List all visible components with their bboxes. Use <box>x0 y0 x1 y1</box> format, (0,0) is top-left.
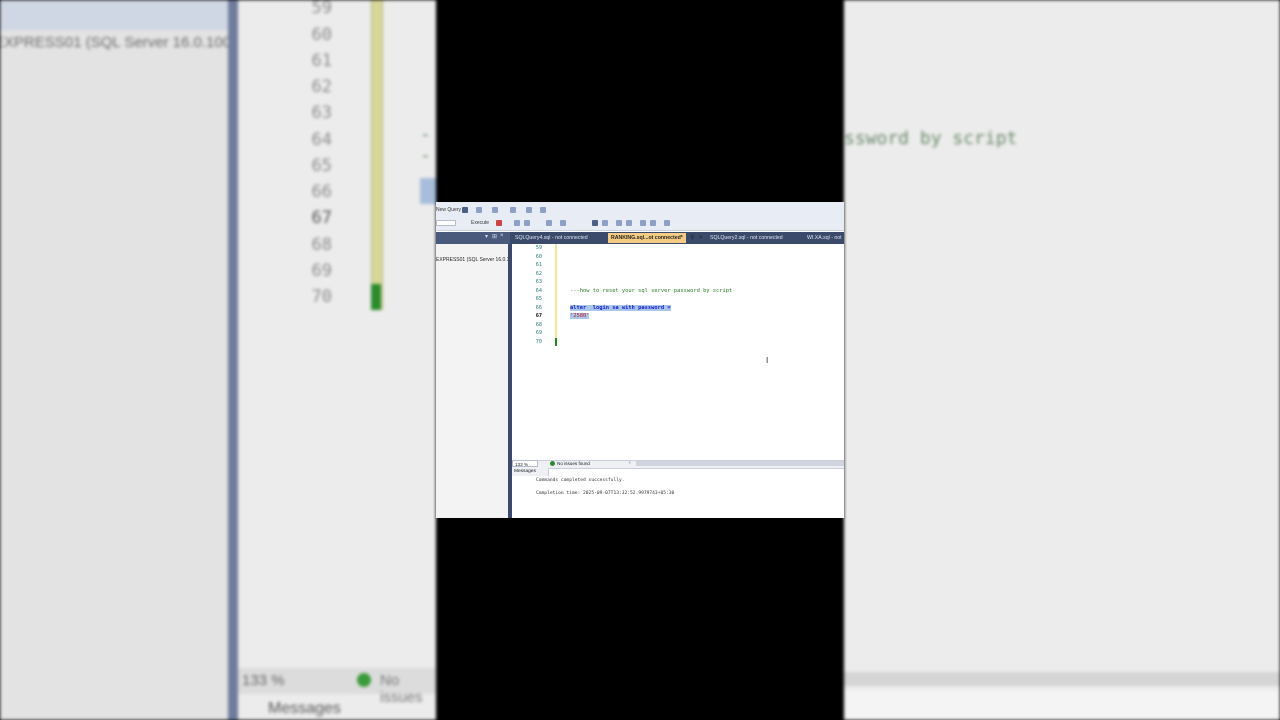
save-all-icon[interactable] <box>540 207 546 213</box>
database-select[interactable] <box>436 220 456 226</box>
line-number-current: 67 <box>535 313 542 319</box>
horizontal-scrollbar[interactable] <box>636 461 844 466</box>
redo-icon[interactable] <box>492 207 498 213</box>
line-number: 62 <box>535 270 542 277</box>
results-to-file-icon[interactable] <box>592 220 598 226</box>
tab-messages[interactable]: Messages <box>512 468 549 476</box>
open-file-icon[interactable] <box>510 207 516 213</box>
code-line-selected: alter login sa with password = <box>570 304 671 311</box>
background-right-panel: ssword by script <box>844 0 1280 720</box>
bg-line-number: 62 <box>311 77 332 97</box>
code-line-selected: '2580' <box>570 313 590 319</box>
line-number: 60 <box>535 253 542 260</box>
object-explorer-header <box>436 232 510 244</box>
bg-line-number: 65 <box>311 156 332 176</box>
check-circle-icon <box>550 461 555 466</box>
bg-right-results <box>844 690 1280 720</box>
query-designer-icon[interactable] <box>524 220 530 226</box>
bg-line-number: 66 <box>311 182 332 202</box>
line-number: 63 <box>535 279 542 285</box>
decrease-indent-icon[interactable] <box>640 220 646 226</box>
bg-line-number: 68 <box>311 235 332 255</box>
line-number: 64 <box>535 287 542 294</box>
query-editor[interactable]: 59 60 61 62 63 64 65 66 67 68 69 70 ---h… <box>512 244 844 460</box>
issues-status: No issues found <box>557 461 590 466</box>
result-message: Commands completed successfully. <box>536 478 625 483</box>
line-number: 70 <box>535 338 542 345</box>
bg-change-bar <box>371 0 383 310</box>
object-explorer: EXPRESS01 (SQL Server 16.0.100 <box>436 244 515 518</box>
bg-change-bar-saved <box>371 284 381 310</box>
include-stats-icon[interactable] <box>602 220 608 226</box>
tab-sqlquery2[interactable]: SQLQuery2.sql - not connected <box>707 233 786 243</box>
specify-values-icon[interactable] <box>664 220 670 226</box>
tab-wixa[interactable]: WI.XA.sql - not <box>804 233 844 243</box>
bg-splitter <box>228 0 238 720</box>
tab-sqlquery4[interactable]: SQLQuery4.sql - not connected <box>512 233 591 243</box>
tab-ranking[interactable]: RANKING.sql...ot connected* <box>608 233 686 243</box>
bg-right-scrollbar <box>844 672 1280 686</box>
line-number: 65 <box>535 296 542 302</box>
bg-object-explorer-header <box>0 0 228 30</box>
ibeam-cursor-icon: I <box>766 356 769 365</box>
ssms-window: New Query Execute ✓ ▾ ⊞ × SQLQuery4.sql … <box>436 202 844 518</box>
undo-icon[interactable] <box>476 207 482 213</box>
bg-line-number: 64 <box>311 130 332 150</box>
selected-string: '2580' <box>570 313 590 319</box>
bg-comment-fragment: -- <box>420 124 431 166</box>
increase-indent-icon[interactable] <box>650 220 656 226</box>
pin-icon[interactable]: ⊞ <box>492 233 497 240</box>
toolbar-row-2: Execute ✓ <box>436 216 844 239</box>
bg-server-label: EXPRESS01 (SQL Server 16.0.100 <box>0 34 232 51</box>
close-icon[interactable]: × <box>500 233 504 239</box>
close-tab-icon[interactable]: × <box>699 233 703 243</box>
bg-right-comment: ssword by script <box>844 128 1018 149</box>
line-number: 61 <box>535 262 542 268</box>
change-tracking-bar <box>555 244 557 345</box>
bg-messages-label: Messages <box>268 700 341 717</box>
results-to-grid-icon[interactable] <box>560 220 566 226</box>
pin-tab-icon[interactable]: ⚲ <box>690 233 694 243</box>
bg-line-number: 59 <box>311 0 332 18</box>
cancel-icon[interactable] <box>496 220 502 226</box>
bg-object-explorer <box>0 0 229 720</box>
bg-line-number: 69 <box>311 261 332 281</box>
line-number: 66 <box>535 304 542 311</box>
line-number: 69 <box>535 330 542 336</box>
line-number: 59 <box>535 245 542 251</box>
background-left-panel: EXPRESS01 (SQL Server 16.0.100 59 60 61 … <box>0 0 436 720</box>
results-to-text-icon[interactable] <box>546 220 552 226</box>
zoom-select[interactable]: 133 % <box>512 460 538 467</box>
bg-selection-fragment <box>420 178 436 204</box>
uncomment-icon[interactable] <box>626 220 632 226</box>
dropdown-icon[interactable]: ▾ <box>485 233 488 240</box>
query-icon[interactable] <box>462 207 468 213</box>
code-comment: ---how to reset your sql server password… <box>570 287 733 294</box>
bg-line-number: 60 <box>311 25 332 45</box>
server-node[interactable]: EXPRESS01 (SQL Server 16.0.100 <box>436 257 515 263</box>
execute-button[interactable]: Execute <box>471 220 489 226</box>
change-tracking-saved <box>555 338 557 346</box>
bg-issues: No issues <box>380 672 423 706</box>
toolbar-row-1: New Query <box>436 202 844 216</box>
bg-line-number: 67 <box>311 208 332 228</box>
bg-zoom: 133 % <box>242 672 285 689</box>
bg-line-number: 63 <box>311 103 332 123</box>
selected-text: alter login sa with password = <box>570 304 671 311</box>
bg-line-number: 70 <box>311 287 332 307</box>
completion-time: Completion time: 2025-09-07T13:32:52.997… <box>536 491 675 496</box>
new-query-button[interactable]: New Query <box>436 207 461 213</box>
bg-line-number: 61 <box>311 51 332 71</box>
scroll-left-icon[interactable]: ‹ <box>629 460 631 467</box>
comment-out-icon[interactable] <box>616 220 622 226</box>
display-plan-icon[interactable] <box>514 220 520 226</box>
save-icon[interactable] <box>526 207 532 213</box>
line-number: 68 <box>535 321 542 328</box>
bg-check-icon <box>357 673 371 687</box>
